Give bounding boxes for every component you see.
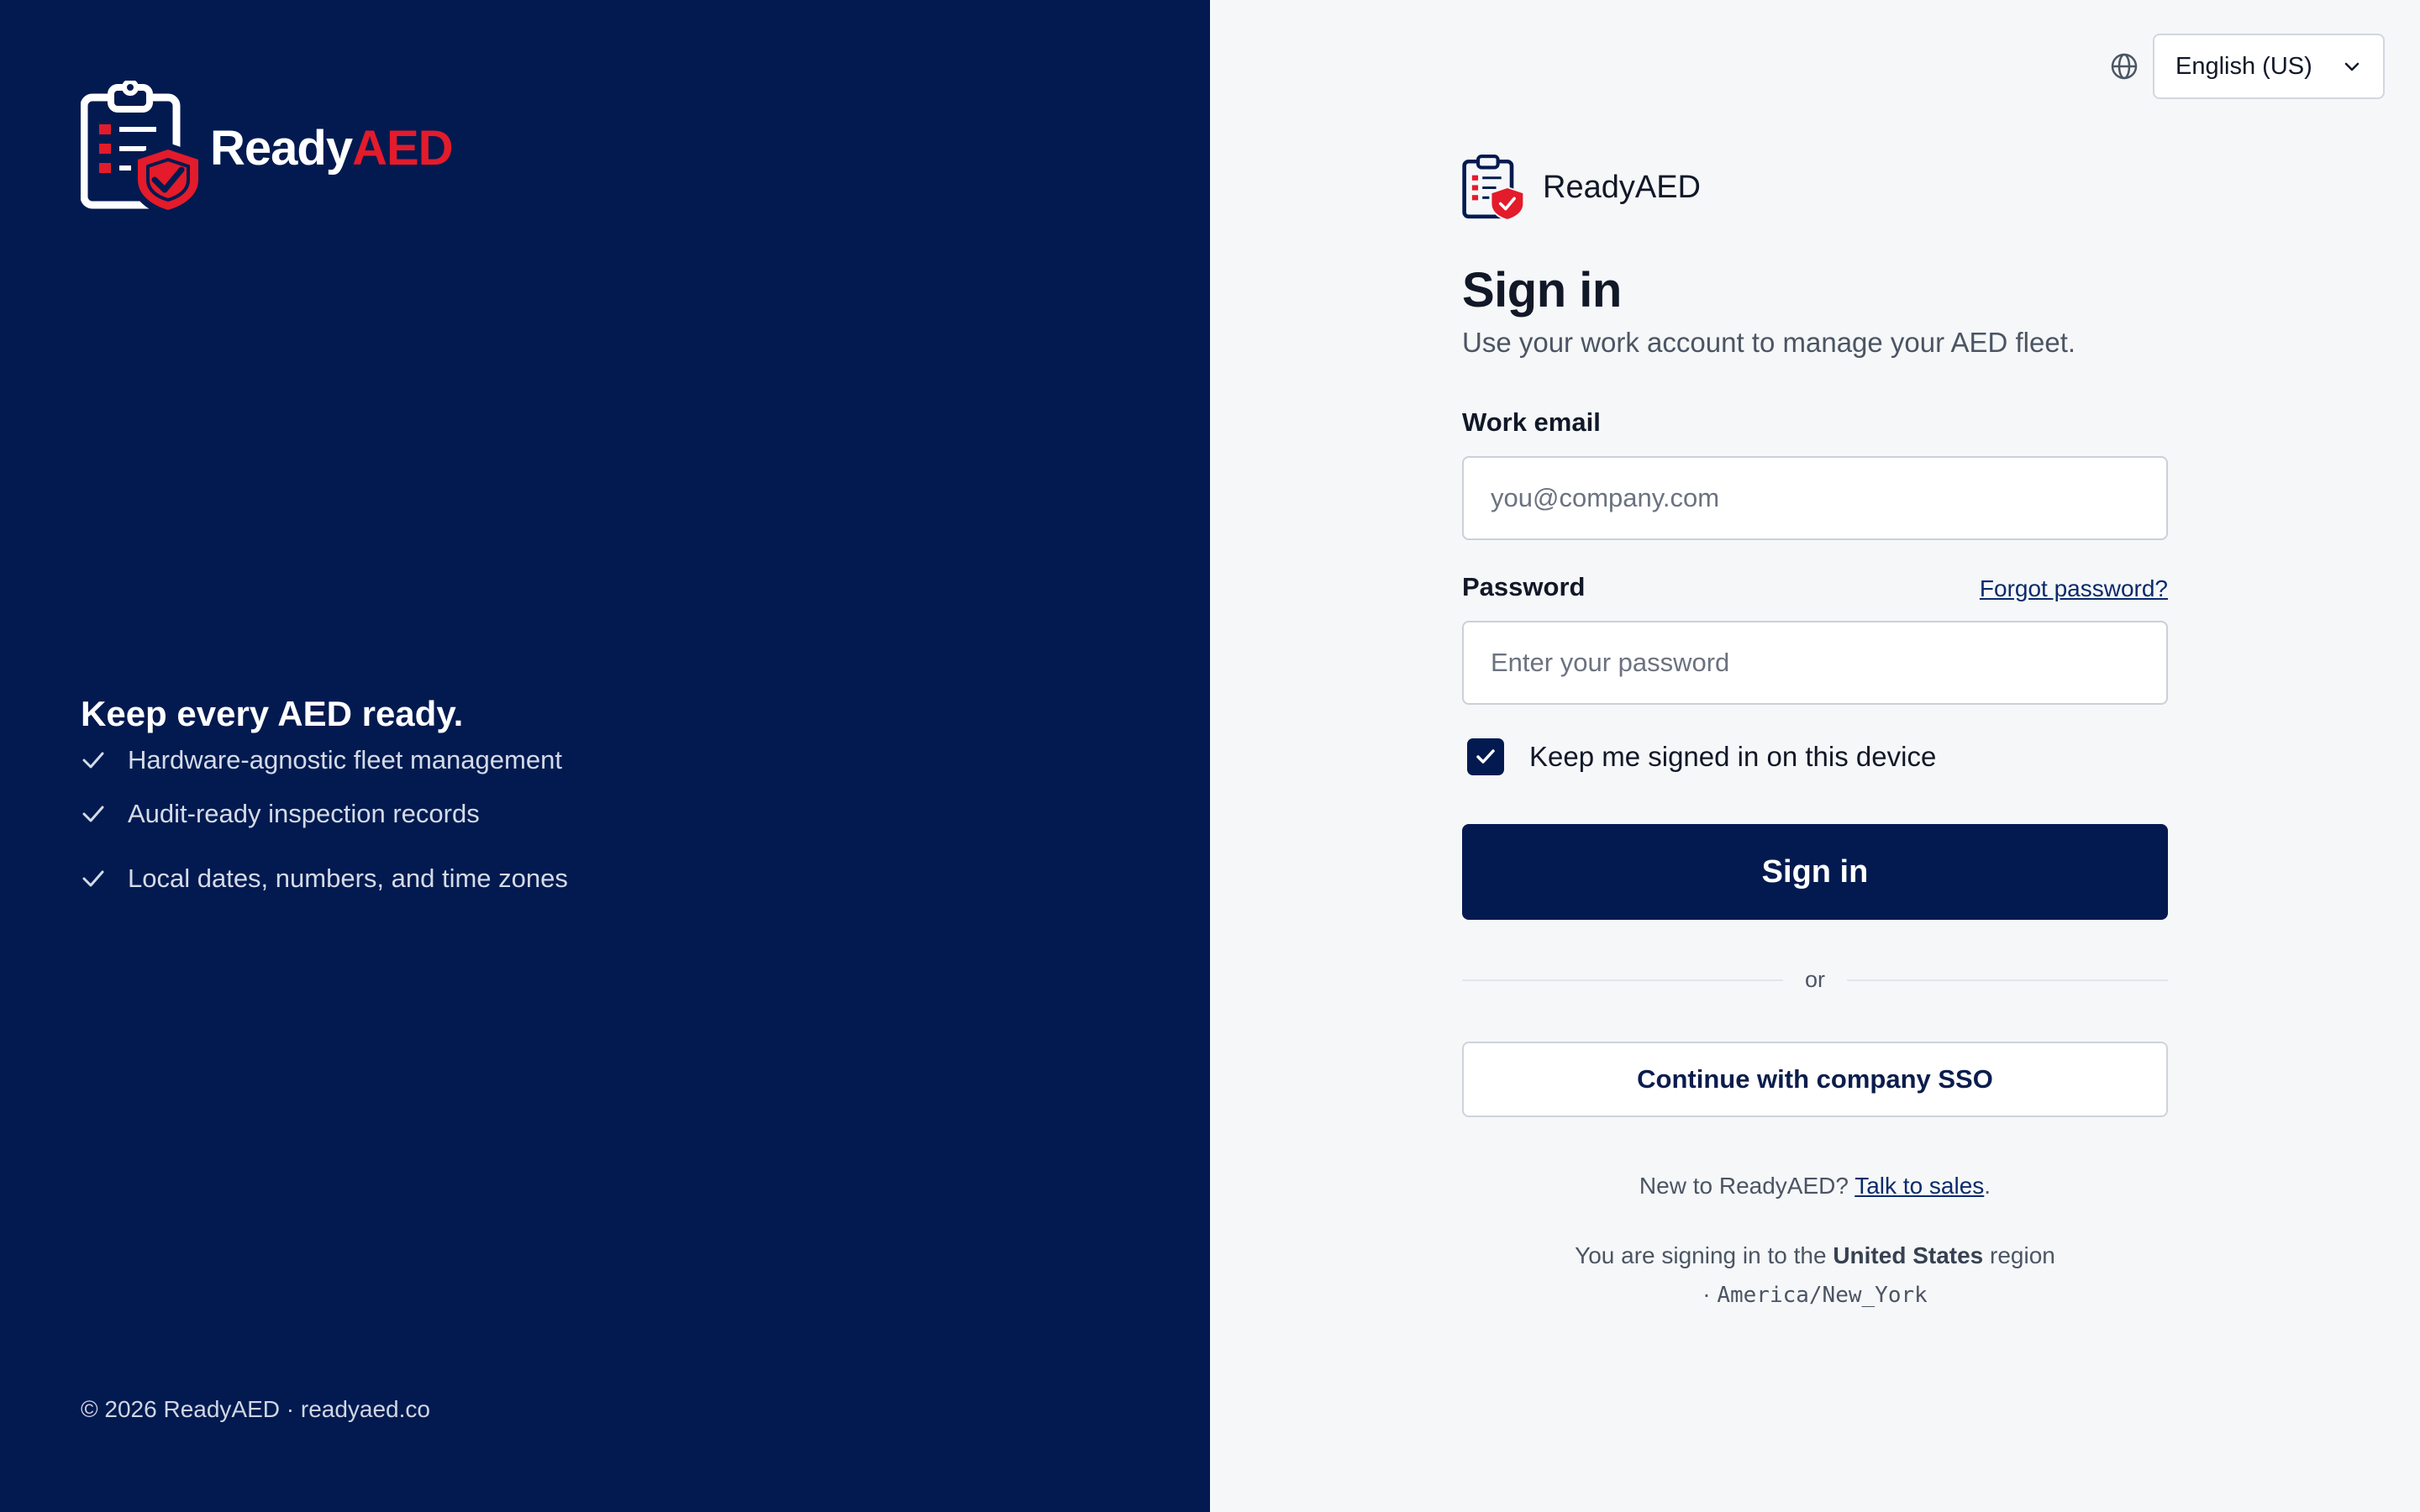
password-label: Password <box>1462 572 1586 601</box>
feature-item: Audit-ready inspection records <box>81 781 568 846</box>
divider-line <box>1462 979 1783 981</box>
check-icon <box>82 806 104 822</box>
new-customer-text: New to ReadyAED? <box>1639 1173 1849 1199</box>
pitch-headline: Keep every AED ready. <box>81 694 464 733</box>
form-brand: ReadyAED <box>1462 153 2168 222</box>
feature-list: Hardware-agnostic fleet management Audit… <box>81 739 568 911</box>
value-proposition: Keep every AED ready. Hardware-agnostic … <box>81 694 568 911</box>
region-prefix: You are signing in to the <box>1575 1242 1827 1268</box>
remember-me-row: Keep me signed in on this device <box>1462 738 2168 775</box>
feature-item: Hardware-agnostic fleet management <box>81 739 568 781</box>
remember-me-checkbox[interactable] <box>1467 738 1504 775</box>
page-title: Sign in <box>1462 263 1622 318</box>
email-field[interactable] <box>1462 456 2168 540</box>
form-brand-name: ReadyAED <box>1543 169 1701 205</box>
feature-text: Hardware-agnostic fleet management <box>128 745 562 774</box>
language-selected-value: English (US) <box>2175 52 2312 80</box>
password-field[interactable] <box>1462 621 2168 705</box>
page-subtitle: Use your work account to manage your AED… <box>1462 327 2076 358</box>
sign-in-button[interactable]: Sign in <box>1462 824 2168 920</box>
region-notice: You are signing in to the United States … <box>1462 1236 2168 1315</box>
copyright-footer: © 2026 ReadyAED · readyaed.co <box>81 1396 430 1422</box>
or-divider: or <box>1462 967 2169 993</box>
remember-me-label[interactable]: Keep me signed in on this device <box>1529 741 1936 773</box>
region-separator: · <box>1702 1281 1711 1307</box>
check-icon <box>1476 749 1495 764</box>
region-suffix: region <box>1990 1242 2055 1268</box>
timezone-value: America/New_York <box>1717 1283 1928 1308</box>
sign-in-form: ReadyAED Sign in Use your work account t… <box>1462 153 2169 1315</box>
email-label: Work email <box>1462 407 1601 437</box>
talk-to-sales-link[interactable]: Talk to sales <box>1854 1173 1984 1199</box>
new-customer-suffix: . <box>1984 1173 1991 1199</box>
feature-text: Local dates, numbers, and time zones <box>128 863 568 893</box>
sso-button[interactable]: Continue with company SSO <box>1462 1042 2168 1117</box>
brand-word-ready: Ready <box>210 120 353 176</box>
globe-icon <box>2111 53 2138 80</box>
region-name: United States <box>1833 1242 1984 1268</box>
brand-panel: Ready AED Keep every AED ready. Hardware-… <box>0 0 1210 1512</box>
clipboard-shield-check-icon <box>1462 155 1525 221</box>
divider-text: or <box>1805 967 1826 992</box>
language-switcher: English (US) <box>2109 34 2385 99</box>
clipboard-shield-check-icon <box>81 81 203 215</box>
feature-text: Audit-ready inspection records <box>128 798 480 828</box>
forgot-password-link[interactable]: Forgot password? <box>1980 575 2168 602</box>
check-icon <box>82 870 104 886</box>
feature-item: Local dates, numbers, and time zones <box>81 846 568 911</box>
password-label-row: Password Forgot password? <box>1462 572 2168 602</box>
sign-in-page: Ready AED Keep every AED ready. Hardware-… <box>0 0 2420 1512</box>
brand-word-aed: AED <box>352 120 453 176</box>
check-icon <box>82 752 104 769</box>
brand-wordmark: Ready AED <box>210 120 454 176</box>
language-select[interactable]: English (US) <box>2153 34 2385 99</box>
form-panel: English (US) ReadyAED Sign in Use your w… <box>1210 0 2420 1512</box>
new-customer-note: New to ReadyAED? Talk to sales. <box>1462 1173 2168 1200</box>
chevron-down-icon <box>2344 62 2360 71</box>
divider-line <box>1847 979 2169 981</box>
brand-logo: Ready AED <box>81 81 454 215</box>
